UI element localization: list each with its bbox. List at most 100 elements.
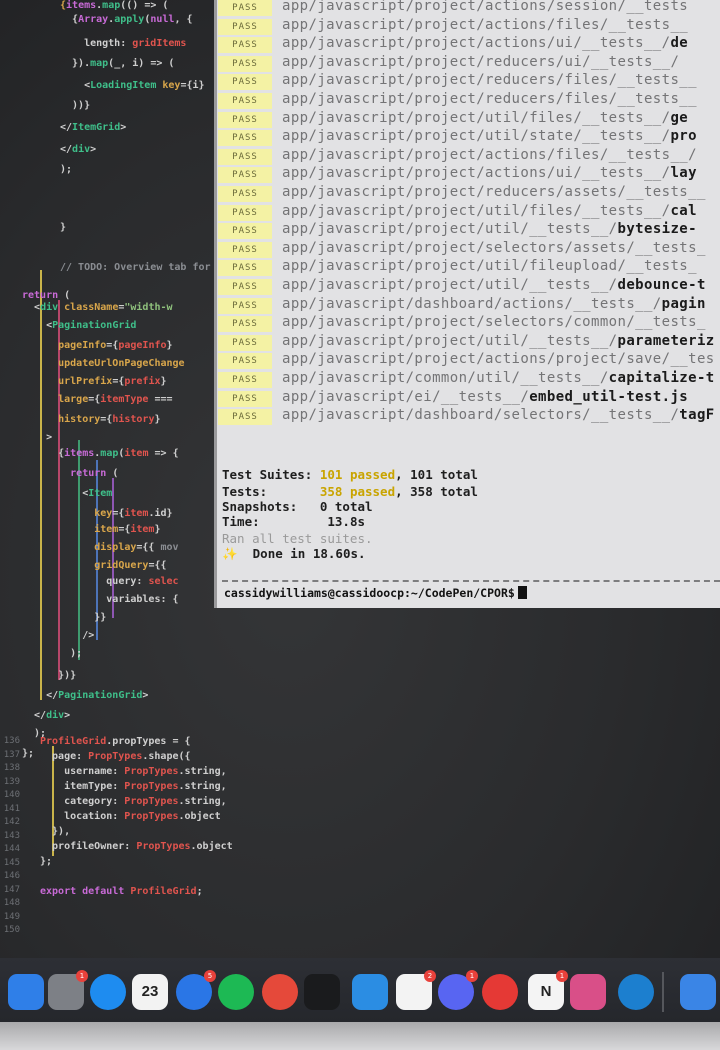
test-file-path: app/javascript/project/reducers/files/__… bbox=[282, 91, 697, 107]
terminal-icon[interactable] bbox=[304, 974, 340, 1010]
code-token: ={i} bbox=[180, 80, 205, 91]
code-token: items bbox=[66, 0, 97, 11]
code-token: </ bbox=[60, 122, 73, 133]
chrome-icon[interactable] bbox=[262, 974, 298, 1010]
test-dir: app/javascript/dashboard/selectors/__tes… bbox=[282, 407, 680, 424]
code-token: null bbox=[150, 14, 175, 25]
code-token: selec bbox=[148, 576, 179, 587]
code-token: </ bbox=[60, 144, 73, 155]
pass-badge: PASS bbox=[218, 223, 272, 240]
test-file-path: app/javascript/project/util/__tests__/pa… bbox=[282, 333, 715, 349]
calendar-icon[interactable]: 23 bbox=[132, 974, 168, 1010]
dock-app-text: 23 bbox=[141, 983, 159, 1000]
summary-ran-all: Ran all test suites. bbox=[222, 531, 373, 546]
code-token: map bbox=[100, 448, 119, 459]
code-token: itemType bbox=[100, 394, 149, 405]
code-token: { bbox=[22, 448, 65, 459]
edge-icon[interactable] bbox=[618, 974, 654, 1010]
test-file-name: pro bbox=[670, 128, 697, 145]
code-token: ={ bbox=[112, 508, 125, 519]
line-number: 150 bbox=[3, 925, 20, 935]
code-token: ={ bbox=[112, 376, 125, 387]
code-token: ); bbox=[60, 164, 73, 175]
summary-tests: Tests: 358 passed, 358 total bbox=[222, 484, 478, 499]
code-line: }).map(_, i) => ( bbox=[60, 58, 174, 69]
test-dir: app/javascript/project/util/state/__test… bbox=[282, 128, 671, 145]
test-file-path: app/javascript/project/selectors/common/… bbox=[282, 314, 706, 330]
notion-icon[interactable]: N1 bbox=[528, 970, 568, 1010]
code-token: ItemGrid bbox=[72, 122, 121, 133]
code-token: < bbox=[22, 488, 89, 499]
test-file-path: app/javascript/project/reducers/ui/__tes… bbox=[282, 54, 679, 70]
test-file-path: app/javascript/project/actions/files/__t… bbox=[282, 147, 697, 163]
code-token: ={ bbox=[106, 340, 119, 351]
code-line: ))} bbox=[60, 100, 90, 111]
test-dir: app/javascript/project/selectors/assets/… bbox=[282, 239, 706, 256]
code-token: (() => ( bbox=[120, 0, 169, 11]
code-line: // TODO: Overview tab for bbox=[60, 262, 211, 273]
test-dir: app/javascript/project/util/files/__test… bbox=[282, 202, 671, 219]
line-number: 145 bbox=[3, 857, 20, 868]
terminal-prompt[interactable]: cassidywilliams@cassidoocp:~/CodePen/CPO… bbox=[224, 586, 527, 600]
code-token: PaginationGrid bbox=[58, 690, 143, 701]
pass-badge: PASS bbox=[218, 93, 272, 109]
test-file-name: embed_util-test.js bbox=[529, 388, 689, 405]
code-token: mov bbox=[160, 542, 179, 553]
code-token: category: bbox=[40, 796, 125, 807]
laptop-bezel bbox=[0, 1022, 720, 1050]
code-line: }; bbox=[22, 748, 34, 759]
code-line: page: PropTypes.shape({ bbox=[40, 751, 191, 762]
code-token: page: bbox=[40, 751, 89, 762]
finder-icon[interactable] bbox=[8, 974, 44, 1010]
test-dir: app/javascript/dashboard/actions/__tests… bbox=[282, 295, 662, 312]
code-line: </div> bbox=[22, 710, 70, 721]
code-token: }; bbox=[40, 856, 53, 867]
code-token: PropTypes bbox=[124, 811, 179, 822]
code-token: prefix bbox=[124, 376, 161, 387]
code-token: gridItems bbox=[132, 38, 187, 49]
code-token: .string, bbox=[178, 766, 227, 777]
code-token: variables: { bbox=[22, 594, 179, 605]
code-line: itemType: PropTypes.string, bbox=[40, 781, 227, 792]
code-line: ); bbox=[60, 164, 72, 175]
code-line: } bbox=[60, 222, 66, 233]
test-file-path: app/javascript/project/actions/files/__t… bbox=[282, 17, 688, 33]
spotify-icon[interactable] bbox=[218, 974, 254, 1010]
discord-icon[interactable]: 1 bbox=[438, 970, 478, 1010]
code-token: PropTypes bbox=[124, 766, 179, 777]
code-token: items bbox=[64, 448, 95, 459]
test-dir: app/javascript/project/reducers/assets/_… bbox=[282, 184, 706, 200]
downloads-icon[interactable] bbox=[680, 974, 716, 1010]
test-file-path: app/javascript/ei/__tests__/embed_util-t… bbox=[282, 389, 688, 405]
terminal-divider bbox=[222, 580, 720, 582]
code-token: map bbox=[102, 0, 121, 11]
code-token: query: bbox=[22, 576, 149, 587]
system-preferences-icon[interactable]: 1 bbox=[48, 970, 88, 1010]
code-token: > bbox=[22, 432, 53, 443]
test-file-path: app/javascript/project/actions/ui/__test… bbox=[282, 165, 697, 181]
code-line: urlPrefix={prefix} bbox=[22, 376, 166, 387]
code-token: PropTypes bbox=[88, 751, 143, 762]
test-file-path: app/javascript/common/util/__tests__/cap… bbox=[282, 370, 715, 386]
code-line: > bbox=[22, 432, 52, 443]
code-token: return bbox=[22, 290, 59, 301]
code-token: pageInfo bbox=[22, 340, 107, 351]
photos-icon[interactable] bbox=[570, 974, 606, 1010]
code-token: === bbox=[148, 394, 173, 405]
app-store-icon[interactable] bbox=[90, 974, 126, 1010]
messenger-icon[interactable]: 5 bbox=[176, 970, 216, 1010]
pocket-casts-icon[interactable] bbox=[482, 974, 518, 1010]
test-file-path: app/javascript/project/selectors/assets/… bbox=[282, 240, 706, 256]
code-token: item bbox=[22, 524, 119, 535]
code-token: } bbox=[166, 340, 173, 351]
slack-icon[interactable]: 2 bbox=[396, 970, 436, 1010]
test-dir: app/javascript/project/util/fileupload/_… bbox=[282, 258, 697, 275]
dock: 1 23 5 2 1 N 1 bbox=[0, 958, 720, 1022]
code-token: .string, bbox=[178, 796, 227, 807]
test-dir: app/javascript/project/actions/files/__t… bbox=[282, 146, 697, 163]
vscode-icon[interactable] bbox=[352, 974, 388, 1010]
code-line: <div className="width-w bbox=[22, 302, 173, 313]
code-line: return ( bbox=[22, 468, 118, 479]
code-line: }} bbox=[22, 612, 106, 623]
pass-badge: PASS bbox=[218, 241, 272, 258]
